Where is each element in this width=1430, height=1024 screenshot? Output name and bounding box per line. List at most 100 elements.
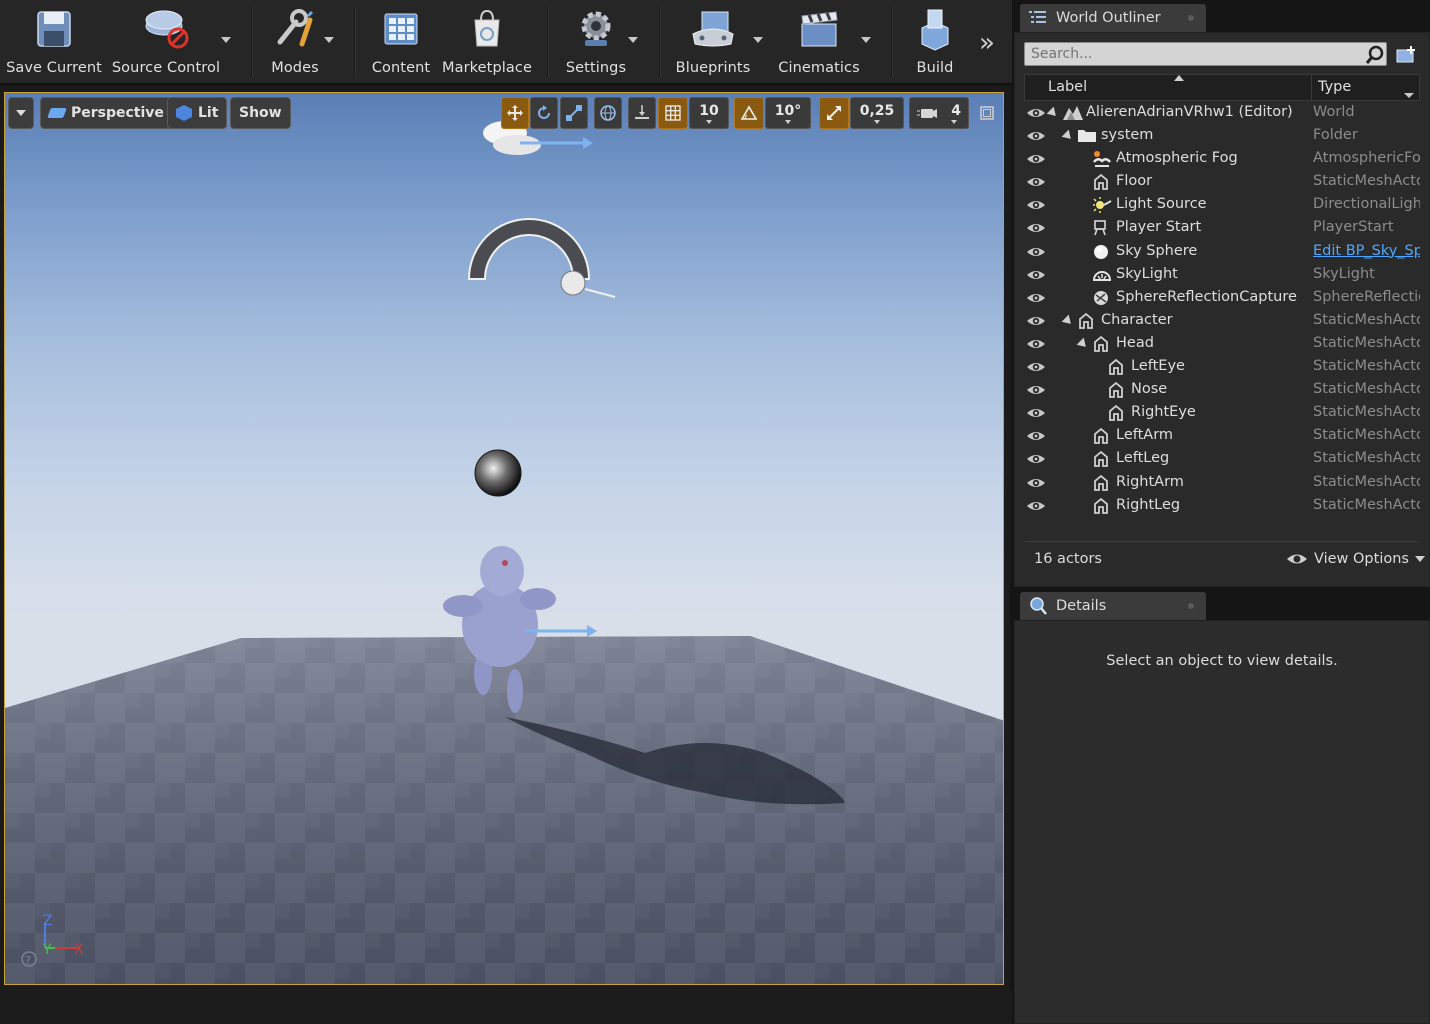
- view-options-button[interactable]: View Options: [1286, 551, 1425, 567]
- outliner-row[interactable]: LeftLeg StaticMeshActor: [1024, 448, 1420, 471]
- cinematics-button[interactable]: Cinematics: [774, 0, 864, 82]
- content-button[interactable]: Content: [366, 0, 436, 82]
- outliner-row[interactable]: LeftEye StaticMeshActor: [1024, 356, 1420, 379]
- visibility-eye-icon[interactable]: [1026, 452, 1046, 470]
- settings-button[interactable]: Settings: [560, 0, 632, 82]
- tab-close-icon[interactable]: [1188, 15, 1194, 21]
- scale-snap-value-dropdown[interactable]: 0,25: [850, 97, 904, 129]
- outliner-row-label: Light Source: [1116, 196, 1207, 213]
- visibility-eye-icon[interactable]: [1026, 268, 1046, 286]
- grid-snap-toggle[interactable]: [658, 97, 688, 129]
- blueprints-button[interactable]: Blueprints: [670, 0, 756, 82]
- outliner-row[interactable]: RightArm StaticMeshActor: [1024, 472, 1420, 495]
- visibility-eye-icon[interactable]: [1026, 476, 1046, 494]
- camera-speed-dropdown[interactable]: 4: [909, 97, 969, 129]
- visibility-eye-icon[interactable]: [1026, 198, 1046, 216]
- outliner-row[interactable]: Head StaticMeshActor: [1024, 333, 1420, 356]
- expand-arrow-icon[interactable]: [1061, 129, 1075, 143]
- type-column-header[interactable]: Type: [1318, 79, 1351, 95]
- visibility-eye-icon[interactable]: [1026, 337, 1046, 355]
- settings-dropdown-icon[interactable]: [628, 37, 638, 43]
- outliner-row[interactable]: Sky Sphere Edit BP_Sky_Sphere: [1024, 241, 1420, 264]
- outliner-row[interactable]: Nose StaticMeshActor: [1024, 379, 1420, 402]
- viewport-options-caret-icon: [16, 110, 26, 116]
- modes-button[interactable]: Modes: [260, 0, 330, 82]
- rotation-snap-toggle[interactable]: [734, 97, 764, 129]
- world-outliner-tab[interactable]: World Outliner: [1020, 4, 1206, 32]
- grid-snap-value-dropdown[interactable]: 10: [689, 97, 729, 129]
- visibility-eye-icon[interactable]: [1026, 175, 1046, 193]
- scale-mode-button[interactable]: [560, 97, 588, 129]
- marketplace-button[interactable]: Marketplace: [440, 0, 534, 82]
- outliner-row[interactable]: Floor StaticMeshActor: [1024, 171, 1420, 194]
- build-button[interactable]: Build: [902, 0, 968, 82]
- source-control-dropdown-icon[interactable]: [221, 37, 231, 43]
- outliner-row[interactable]: Atmospheric Fog AtmosphericFog: [1024, 148, 1420, 171]
- outliner-row[interactable]: Light Source DirectionalLight: [1024, 194, 1420, 217]
- label-column-header[interactable]: Label: [1048, 79, 1087, 95]
- source-control-button[interactable]: Source Control: [110, 0, 222, 82]
- rotation-snap-icon: [740, 105, 758, 120]
- blueprints-dropdown-icon[interactable]: [753, 37, 763, 43]
- rotation-snap-value-dropdown[interactable]: 10°: [765, 97, 811, 129]
- outliner-row[interactable]: Character StaticMeshActor: [1024, 310, 1420, 333]
- outliner-row[interactable]: SkyLight SkyLight: [1024, 264, 1420, 287]
- perspective-button[interactable]: Perspective: [40, 97, 173, 129]
- tab-close-icon[interactable]: [1188, 603, 1194, 609]
- viewport-scene: Z Y X ?: [5, 121, 1003, 984]
- modes-label: Modes: [271, 60, 319, 76]
- lit-button[interactable]: Lit: [167, 97, 228, 129]
- outliner-row[interactable]: LeftArm StaticMeshActor: [1024, 425, 1420, 448]
- visibility-eye-icon[interactable]: [1026, 360, 1046, 378]
- modes-tools-icon: [277, 9, 314, 47]
- visibility-eye-icon[interactable]: [1026, 383, 1046, 401]
- outliner-row[interactable]: Player Start PlayerStart: [1024, 217, 1420, 240]
- translate-mode-button[interactable]: [501, 97, 529, 129]
- surface-snapping-button[interactable]: [628, 97, 656, 129]
- visibility-eye-icon[interactable]: [1026, 106, 1046, 124]
- expand-arrow-icon[interactable]: [1076, 337, 1090, 351]
- visibility-eye-icon[interactable]: [1026, 314, 1046, 332]
- cinematics-label: Cinematics: [778, 60, 860, 76]
- maximize-viewport-button[interactable]: [975, 97, 999, 129]
- visibility-eye-icon[interactable]: [1026, 429, 1046, 447]
- outliner-row-type[interactable]: Edit BP_Sky_Sphere: [1313, 243, 1420, 259]
- outliner-row-type: StaticMeshActor: [1313, 496, 1420, 513]
- player-start-icon: [1092, 219, 1110, 237]
- visibility-eye-icon[interactable]: [1026, 499, 1046, 517]
- viewport-options-button[interactable]: [8, 97, 34, 129]
- visibility-eye-icon[interactable]: [1026, 291, 1046, 309]
- world-local-toggle[interactable]: [594, 97, 622, 129]
- outliner-row-type: StaticMeshActor: [1313, 334, 1420, 351]
- level-viewport[interactable]: Z Y X ?: [4, 92, 1004, 985]
- expand-arrow-icon[interactable]: [1061, 314, 1075, 328]
- cinematics-dropdown-icon[interactable]: [861, 37, 871, 43]
- save-current-button[interactable]: Save Current: [4, 0, 104, 82]
- outliner-row[interactable]: system Folder: [1024, 125, 1420, 148]
- modes-dropdown-icon[interactable]: [324, 37, 334, 43]
- create-folder-icon[interactable]: [1394, 44, 1418, 66]
- visibility-eye-icon[interactable]: [1026, 152, 1046, 170]
- outliner-row-label: RightLeg: [1116, 496, 1181, 513]
- outliner-row[interactable]: RightLeg StaticMeshActor: [1024, 495, 1420, 518]
- outliner-column-header: Label Type: [1024, 74, 1420, 101]
- marketplace-label: Marketplace: [442, 60, 532, 76]
- show-button[interactable]: Show: [230, 97, 291, 129]
- view-options-label: View Options: [1314, 551, 1409, 567]
- visibility-eye-icon[interactable]: [1026, 406, 1046, 424]
- expand-arrow-icon[interactable]: [1046, 106, 1060, 120]
- toolbar-overflow-icon[interactable]: »: [979, 28, 995, 58]
- rotate-mode-button[interactable]: [530, 97, 558, 129]
- outliner-row[interactable]: RightEye StaticMeshActor: [1024, 402, 1420, 425]
- outliner-search-input[interactable]: [1024, 42, 1387, 66]
- type-column-dropdown-icon[interactable]: [1404, 93, 1414, 98]
- visibility-eye-icon[interactable]: [1026, 221, 1046, 239]
- blueprints-label: Blueprints: [675, 60, 751, 76]
- outliner-row[interactable]: SphereReflectionCapture SphereReflectionC…: [1024, 287, 1420, 310]
- visibility-eye-icon[interactable]: [1026, 245, 1046, 263]
- outliner-row[interactable]: AlierenAdrianVRhw1 (Editor) World: [1024, 102, 1420, 125]
- details-tab[interactable]: Details: [1020, 592, 1206, 620]
- scale-snap-toggle[interactable]: [819, 97, 849, 129]
- visibility-eye-icon[interactable]: [1026, 129, 1046, 147]
- settings-label: Settings: [565, 60, 627, 76]
